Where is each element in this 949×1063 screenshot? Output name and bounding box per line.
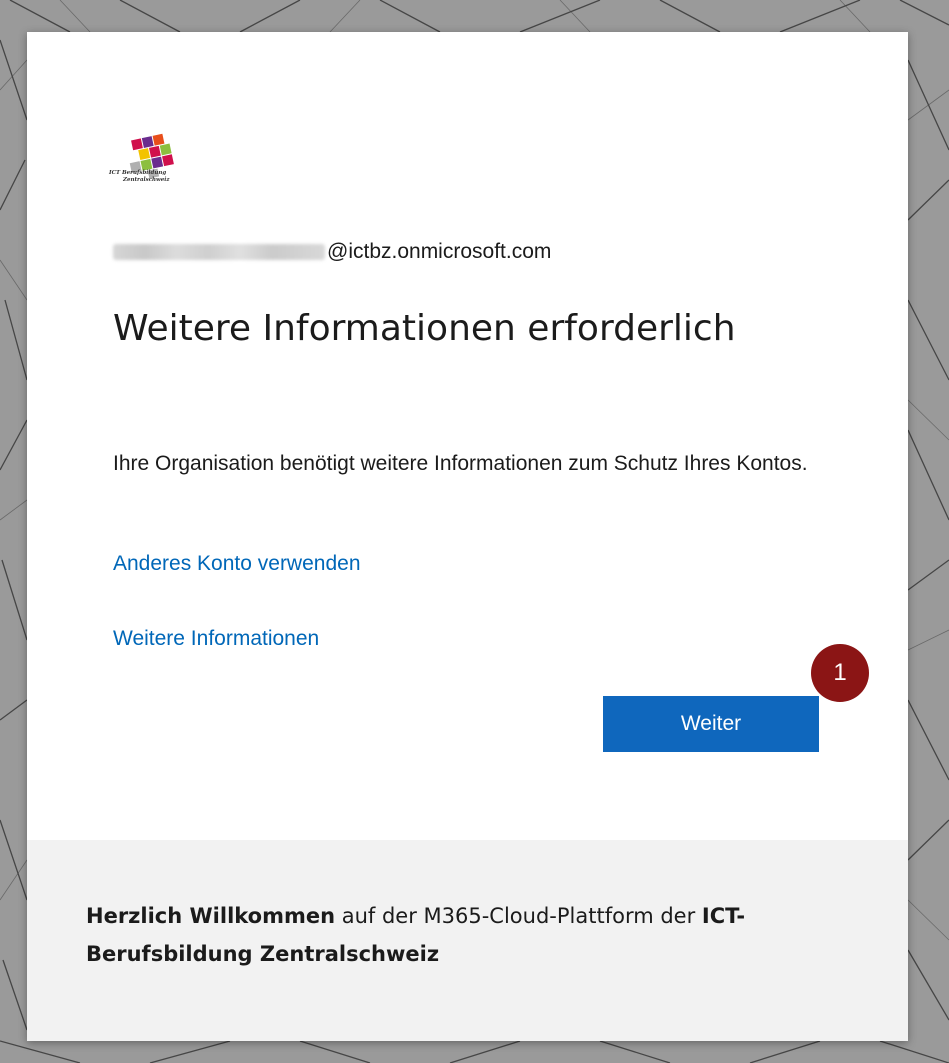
- ict-logo-icon: [129, 133, 174, 179]
- step-badge: 1: [811, 644, 869, 702]
- sign-in-card: ICT Berufsbildung Zentralschweiz @ictbz.…: [27, 32, 908, 1041]
- logo-text-line1: ICT Berufsbildung: [109, 170, 167, 176]
- account-domain: @ictbz.onmicrosoft.com: [327, 240, 552, 263]
- page-title: Weitere Informationen erforderlich: [113, 308, 736, 349]
- logo-text-line2: Zentralschweiz: [123, 177, 170, 183]
- more-info-link[interactable]: Weitere Informationen: [113, 624, 319, 654]
- welcome-mid: auf der M365-Cloud-Plattform der: [335, 904, 702, 928]
- welcome-bold: Herzlich Willkommen: [86, 904, 336, 928]
- footer-banner: Herzlich Willkommen auf der M365-Cloud-P…: [27, 840, 908, 1041]
- description-text: Ihre Organisation benötigt weitere Infor…: [113, 452, 808, 475]
- use-other-account-link[interactable]: Anderes Konto verwenden: [113, 549, 361, 579]
- account-identity: @ictbz.onmicrosoft.com: [113, 237, 551, 267]
- redacted-username: [113, 244, 325, 260]
- logo-text: ICT Berufsbildung Zentralschweiz: [109, 170, 209, 184]
- welcome-text: Herzlich Willkommen auf der M365-Cloud-P…: [86, 897, 846, 973]
- next-button[interactable]: Weiter: [603, 696, 819, 752]
